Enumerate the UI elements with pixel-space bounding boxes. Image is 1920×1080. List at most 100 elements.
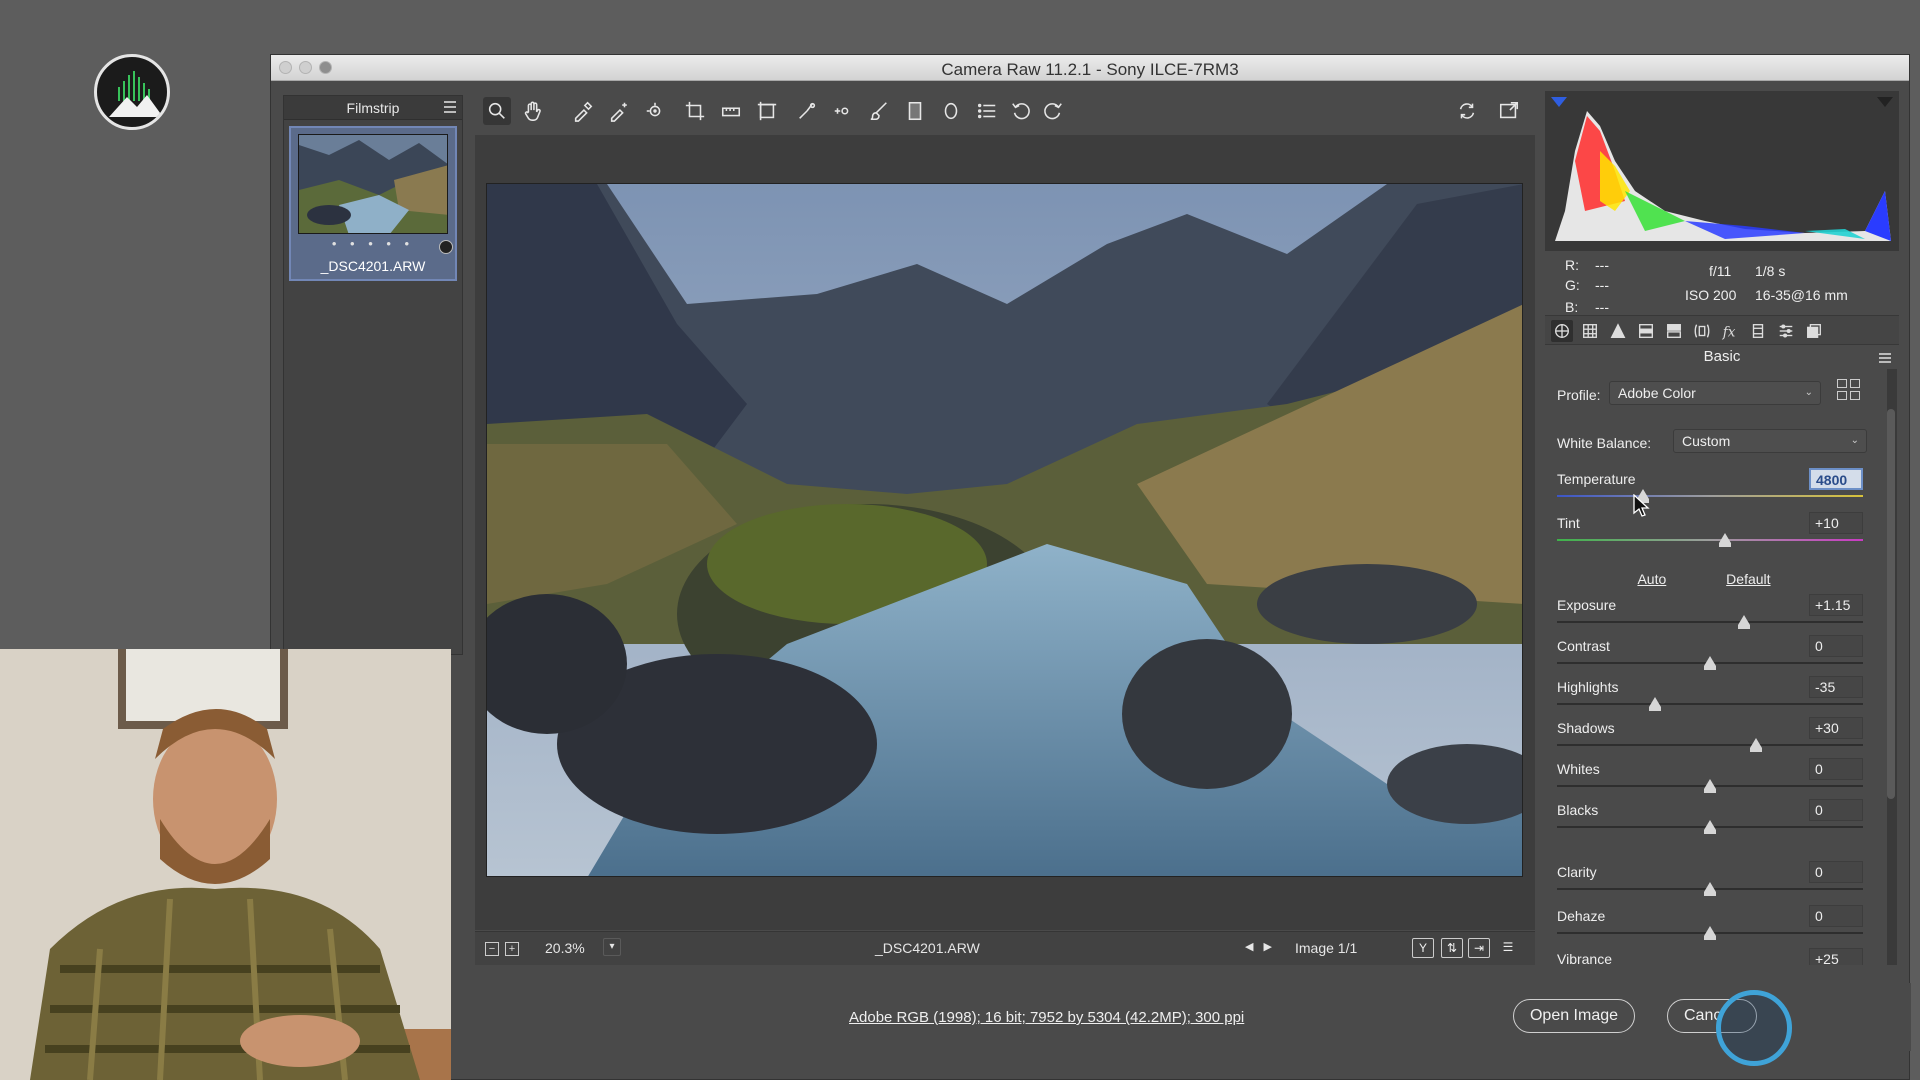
r-label: R: [1565, 257, 1579, 273]
slider-track[interactable] [1557, 539, 1863, 541]
filmstrip-panel: Filmstrip • • • • • _DSC4201.ARW [283, 95, 463, 655]
rating-dots[interactable]: • • • • • [291, 236, 455, 251]
tab-lens-corrections-icon[interactable] [1691, 320, 1713, 342]
profile-browser-icon[interactable] [1837, 379, 1861, 401]
panel-scrollbar[interactable] [1887, 369, 1897, 965]
white-balance-value: Custom [1682, 433, 1731, 449]
panel-menu-icon[interactable] [1879, 353, 1891, 365]
slider-thumb[interactable] [1704, 926, 1716, 940]
webcam-overlay [0, 649, 451, 1080]
auto-link[interactable]: Auto [1637, 571, 1666, 587]
preferences-icon[interactable] [973, 97, 1001, 125]
desktop-logo [94, 54, 170, 130]
highlights-value-field[interactable]: -35 [1809, 676, 1863, 698]
chevron-down-icon: ⌄ [1850, 435, 1859, 446]
zoom-level: 20.3% [545, 940, 585, 956]
slider-label: Whites [1557, 761, 1600, 777]
fullscreen-icon[interactable] [1495, 97, 1523, 125]
slider-thumb[interactable] [1648, 697, 1661, 711]
rotate-right-icon[interactable] [1039, 97, 1067, 125]
slider-track[interactable] [1557, 703, 1863, 705]
zoom-in-button[interactable]: + [505, 942, 519, 956]
copy-settings-icon[interactable]: ⇥ [1468, 938, 1490, 958]
before-after-icon[interactable]: Y [1412, 938, 1434, 958]
thumbnail-image [298, 134, 448, 234]
vibrance-value-field[interactable]: +25 [1809, 948, 1863, 965]
dehaze-value-field[interactable]: 0 [1809, 905, 1863, 927]
tab-hsl-icon[interactable] [1635, 320, 1657, 342]
tab-presets-icon[interactable] [1775, 320, 1797, 342]
exposure-value-field[interactable]: +1.15 [1809, 594, 1863, 616]
tab-effects-icon[interactable]: fx [1719, 320, 1741, 342]
rotate-left-icon[interactable] [1007, 97, 1035, 125]
open-image-button[interactable]: Open Image [1513, 999, 1635, 1033]
profile-select[interactable]: Adobe Color ⌄ [1609, 381, 1821, 405]
filmstrip-menu-icon[interactable] [444, 101, 456, 113]
pixel-readout: R: --- G: --- B: --- f/11 1/8 s ISO 200 … [1545, 253, 1899, 315]
lens-value: 16-35@16 mm [1755, 287, 1848, 303]
tint-value-field[interactable]: +10 [1809, 512, 1863, 534]
hand-icon[interactable] [519, 97, 547, 125]
toolbar [475, 91, 1535, 131]
slider-label: Blacks [1557, 802, 1599, 818]
tab-tone-curve-icon[interactable] [1579, 320, 1601, 342]
image-count: Image 1/1 [1295, 940, 1358, 956]
auto-default-links: Auto Default [1545, 571, 1863, 587]
zoom-icon[interactable] [483, 97, 511, 125]
slider-thumb[interactable] [1737, 615, 1750, 629]
targeted-adjustment-icon[interactable] [641, 97, 669, 125]
basic-panel: Profile: Adobe Color ⌄ White Balance: Cu… [1545, 369, 1885, 965]
adjustment-brush-icon[interactable] [865, 97, 893, 125]
slider-thumb[interactable] [1704, 779, 1716, 793]
svg-text:fx: fx [1722, 324, 1736, 340]
clarity-value-field[interactable]: 0 [1809, 861, 1863, 883]
sync-icon[interactable] [1453, 97, 1481, 125]
radial-filter-icon[interactable] [937, 97, 965, 125]
b-label: B: [1565, 299, 1579, 315]
default-link[interactable]: Default [1726, 571, 1770, 587]
filmstrip-item[interactable]: • • • • • _DSC4201.ARW [289, 126, 457, 281]
white-balance-icon[interactable] [569, 97, 597, 125]
tab-calibration-icon[interactable] [1747, 320, 1769, 342]
panel-title: Basic [1703, 348, 1741, 365]
contrast-value-field[interactable]: 0 [1809, 635, 1863, 657]
tab-split-toning-icon[interactable] [1663, 320, 1685, 342]
blacks-value-field[interactable]: 0 [1809, 799, 1863, 821]
preview-canvas[interactable] [475, 135, 1535, 930]
white-balance-select[interactable]: Custom ⌄ [1673, 429, 1867, 453]
slider-label: Exposure [1557, 597, 1617, 613]
zoom-out-button[interactable]: − [485, 942, 499, 956]
slider-thumb[interactable] [1704, 882, 1716, 896]
shadows-value-field[interactable]: +30 [1809, 717, 1863, 739]
temperature-value-field[interactable]: 4800 [1809, 468, 1863, 490]
slider-track[interactable] [1557, 495, 1863, 497]
image-navigation[interactable]: ◀▶ [1245, 940, 1282, 953]
graduated-filter-icon[interactable] [901, 97, 929, 125]
slider-track[interactable] [1557, 621, 1863, 623]
swap-settings-icon[interactable]: ⇅ [1441, 938, 1463, 958]
profile-value: Adobe Color [1618, 385, 1696, 401]
tab-snapshots-icon[interactable] [1803, 320, 1825, 342]
tab-detail-icon[interactable] [1607, 320, 1629, 342]
current-filename: _DSC4201.ARW [875, 940, 980, 956]
slider-thumb[interactable] [1704, 656, 1716, 670]
color-sampler-icon[interactable] [605, 97, 633, 125]
view-settings-icon[interactable]: ☰ [1497, 938, 1519, 958]
straighten-icon[interactable] [717, 97, 745, 125]
slider-thumb[interactable] [1719, 533, 1732, 547]
slider-thumb[interactable] [1704, 820, 1716, 834]
transform-icon[interactable] [753, 97, 781, 125]
zoom-dropdown[interactable]: ▾ [603, 938, 621, 956]
slider-thumb[interactable] [1749, 738, 1762, 752]
tab-basic-icon[interactable] [1551, 320, 1573, 342]
red-eye-icon[interactable] [829, 97, 857, 125]
workflow-options-link[interactable]: Adobe RGB (1998); 16 bit; 7952 by 5304 (… [849, 1009, 1244, 1026]
spot-removal-icon[interactable] [793, 97, 821, 125]
slider-track[interactable] [1557, 744, 1863, 746]
slider-label: Clarity [1557, 864, 1597, 880]
preview-image[interactable] [486, 183, 1523, 877]
scrollbar-thumb[interactable] [1887, 409, 1895, 799]
crop-icon[interactable] [681, 97, 709, 125]
b-value: --- [1595, 299, 1609, 315]
whites-value-field[interactable]: 0 [1809, 758, 1863, 780]
